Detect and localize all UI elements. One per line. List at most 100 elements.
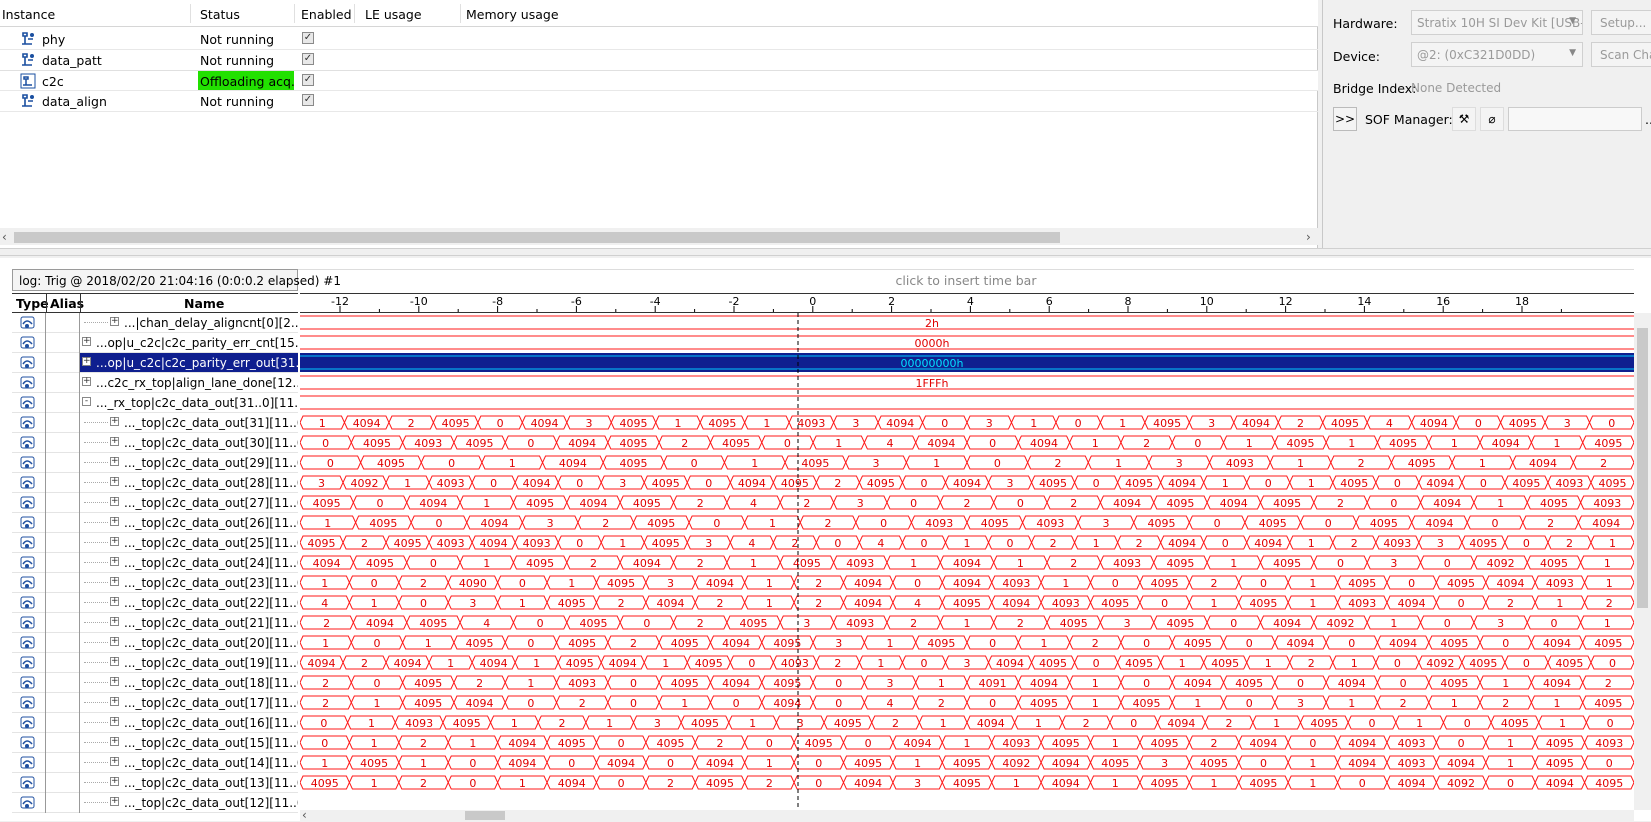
expand-icon[interactable]: + — [110, 517, 119, 526]
expand-icon[interactable]: + — [110, 457, 119, 466]
enabled-checkbox[interactable]: ✓ — [302, 32, 314, 44]
signal-row[interactable]: + ...|chan_delay_aligncnt[0][2..0] — [12, 313, 298, 333]
signal-row[interactable]: + ..._top|c2c_data_out[14][11..0] — [12, 753, 298, 773]
hardware-select[interactable]: Stratix 10H SI Dev Kit [USB-1 ▼ — [1411, 10, 1583, 35]
expand-icon[interactable]: + — [110, 597, 119, 606]
expand-icon[interactable]: + — [110, 797, 119, 806]
waveform-row[interactable]: 0 4095 4093 4095 0 4094 4095 2 4095 0 1 4 4094 0 4094 1… — [300, 435, 1634, 450]
signal-row[interactable]: - ..._rx_top|c2c_data_out[31..0][11..0] — [12, 393, 298, 413]
instance-row-c2c[interactable]: c2c Offloading acq... ✓ — [0, 70, 1318, 91]
expand-icon[interactable]: + — [110, 557, 119, 566]
waveform-row[interactable]: 00000000h — [300, 353, 1634, 372]
signal-row[interactable]: + ..._top|c2c_data_out[19][11..0] — [12, 653, 298, 673]
scrollbar-thumb[interactable] — [1637, 328, 1648, 608]
expand-button[interactable]: >> — [1333, 107, 1357, 131]
expand-icon[interactable]: + — [110, 417, 119, 426]
sof-file-input[interactable] — [1508, 107, 1642, 131]
signal-row[interactable]: + ..._top|c2c_data_out[15][11..0] — [12, 733, 298, 753]
waveform-row[interactable]: 2 4094 4095 4 0 4095 0 2 4095 3 4093 2 1 2 4095 3 4095 0 4… — [300, 615, 1634, 630]
waveform-row[interactable]: 3 4092 1 4093 0 4094 0 3 4095 0 4094 4095 2 4095 0 4094… — [300, 475, 1634, 490]
expand-icon[interactable]: + — [110, 497, 119, 506]
column-divider[interactable] — [294, 4, 295, 23]
waveform-row[interactable]: 1FFFh — [300, 375, 1634, 390]
signal-row[interactable]: + ..._top|c2c_data_out[28][11..0] — [12, 473, 298, 493]
waveform-row[interactable]: 1 4094 2 4095 0 4094 3 4095 1 4095 1 4093 3 4094 0 3 1 0 1… — [300, 415, 1634, 430]
expand-icon[interactable]: + — [82, 337, 91, 346]
expand-icon[interactable]: + — [110, 617, 119, 626]
type-column-header[interactable]: Type — [16, 296, 49, 311]
waveform-row[interactable]: 1 4095 0 4094 3 2 4095 0 1 2 0 4093 4095 4093 3 4095 0 40… — [300, 515, 1634, 530]
time-bar-hint[interactable]: click to insert time bar — [298, 269, 1634, 291]
waveform-row[interactable]: 0 4095 0 1 4094 4095 0 1 4095 3 1 0 2 1 3 4093 1 2 4095 1 40… — [300, 455, 1634, 470]
signal-row[interactable]: + ..._top|c2c_data_out[16][11..0] — [12, 713, 298, 733]
instance-row-phy[interactable]: phy Not running ✓ — [0, 29, 1318, 50]
enabled-checkbox[interactable]: ✓ — [302, 53, 314, 65]
column-header-instance[interactable]: Instance — [2, 7, 55, 22]
waveform-row[interactable]: 4095 2 4095 4093 4094 4093 0 1 4095 3 4 2 0 4 0 1 0 2 1 2 40… — [300, 535, 1634, 550]
column-divider[interactable] — [46, 294, 47, 313]
scan-chain-button[interactable]: Scan Chain — [1591, 42, 1651, 67]
expand-icon[interactable]: + — [110, 537, 119, 546]
waveform-row[interactable]: 2 1 4095 4094 0 2 0 1 0 4094 0 4 2 0 4095 1 4095 1 0 3 1 2 1 2 1… — [300, 695, 1634, 710]
expand-icon[interactable]: + — [110, 697, 119, 706]
browse-button[interactable]: ... — [1645, 112, 1651, 127]
signal-row[interactable]: + ..._top|c2c_data_out[29][11..0] — [12, 453, 298, 473]
program-device-icon[interactable]: ⚒ — [1452, 107, 1476, 131]
enabled-checkbox[interactable]: ✓ — [302, 94, 314, 106]
signal-row[interactable]: + ...op|u_c2c|c2c_parity_err_out[31..0] — [12, 353, 298, 373]
waveform-row[interactable]: 0 1 4093 4095 1 2 1 3 4095 1 3 4095 2 1 4094 1 2 0 4094 2 1 4… — [300, 715, 1634, 730]
signal-row[interactable]: + ..._top|c2c_data_out[12][11..0] — [12, 793, 298, 813]
expand-icon[interactable]: + — [110, 577, 119, 586]
instance-row-data-align[interactable]: data_align Not running ✓ — [0, 91, 1318, 112]
panel-splitter[interactable] — [0, 248, 1651, 256]
waveform-row[interactable]: 1 0 1 4095 0 4095 2 4095 4094 4095 3 1 4095 0 1 2 0 4095 0… — [300, 635, 1634, 650]
column-header-le-usage[interactable]: LE usage — [365, 7, 422, 22]
column-divider[interactable] — [190, 4, 191, 23]
column-header-enabled[interactable]: Enabled — [301, 7, 352, 22]
setup-button[interactable]: Setup... — [1591, 10, 1651, 35]
signal-row[interactable]: + ..._top|c2c_data_out[22][11..0] — [12, 593, 298, 613]
name-column-header[interactable]: Name — [184, 296, 224, 311]
instance-row-data-patt[interactable]: data_patt Not running ✓ — [0, 50, 1318, 71]
waveform-row[interactable] — [300, 395, 1634, 410]
collapse-icon[interactable]: - — [82, 397, 91, 406]
signal-row[interactable]: + ...c2c_rx_top|align_lane_done[12..0] — [12, 373, 298, 393]
signal-row[interactable]: + ..._top|c2c_data_out[23][11..0] — [12, 573, 298, 593]
waveform-row[interactable]: 4095 0 4094 1 4095 4094 4095 2 4 2 3 0 2 0 2 4094 4095 40… — [300, 495, 1634, 510]
column-header-memory-usage[interactable]: Memory usage — [466, 7, 559, 22]
waveform-row[interactable]: 4094 4095 0 1 4095 2 4094 2 1 4095 4093 1 4094 1 2 4093… — [300, 555, 1634, 570]
attach-file-icon[interactable]: ⌀ — [1480, 107, 1504, 131]
expand-icon[interactable]: + — [110, 637, 119, 646]
signal-row[interactable]: + ..._top|c2c_data_out[13][11..0] — [12, 773, 298, 793]
waveform-row[interactable]: 4 1 0 3 1 4095 2 4094 2 1 2 4094 4 4095 4094 4093 4095 0 1… — [300, 595, 1634, 610]
column-divider[interactable] — [460, 4, 461, 23]
signal-row[interactable]: + ..._top|c2c_data_out[17][11..0] — [12, 693, 298, 713]
scroll-left-icon[interactable]: ‹ — [302, 808, 307, 822]
waveform-row[interactable]: 4094 2 4094 1 4094 1 4095 4094 1 4095 0 4093 2 1 0 3 409… — [300, 655, 1634, 670]
expand-icon[interactable]: + — [110, 477, 119, 486]
column-divider[interactable] — [354, 4, 355, 23]
expand-icon[interactable]: + — [110, 717, 119, 726]
signal-row[interactable]: + ..._top|c2c_data_out[21][11..0] — [12, 613, 298, 633]
waveform-row[interactable]: 4095 1 2 0 1 4094 0 2 4095 2 0 4094 3 4095 1 4094 1 4095 1… — [300, 775, 1634, 790]
waveform-row[interactable]: 1 0 2 4090 0 1 4095 3 4094 1 2 4094 0 4094 4093 1 0 4095 2… — [300, 575, 1634, 590]
waveform-row[interactable]: 2h — [300, 315, 1634, 330]
waveform-row[interactable]: 1 4095 1 0 4094 0 4094 0 4094 1 0 4095 1 4095 4092 4094… — [300, 755, 1634, 770]
signal-row[interactable]: + ..._top|c2c_data_out[24][11..0] — [12, 553, 298, 573]
expand-icon[interactable]: + — [82, 377, 91, 386]
signal-row[interactable]: + ..._top|c2c_data_out[30][11..0] — [12, 433, 298, 453]
enabled-checkbox[interactable]: ✓ — [302, 74, 314, 86]
device-select[interactable]: @2: (0xC321D0DD) ▼ — [1411, 42, 1583, 67]
expand-icon[interactable]: + — [110, 657, 119, 666]
waveform-row[interactable]: 0 1 2 1 4094 4095 0 4095 2 0 4095 0 4094 1 4093 4095 1 40… — [300, 735, 1634, 750]
expand-icon[interactable]: + — [110, 777, 119, 786]
expand-icon[interactable]: + — [82, 357, 91, 366]
log-tab[interactable]: log: Trig @ 2018/02/20 21:04:16 (0:0:0.2… — [12, 269, 341, 291]
scroll-right-icon[interactable]: › — [1306, 230, 1311, 244]
expand-icon[interactable]: + — [110, 757, 119, 766]
expand-icon[interactable]: + — [110, 437, 119, 446]
column-divider[interactable] — [80, 294, 81, 313]
expand-icon[interactable]: + — [110, 677, 119, 686]
signal-row[interactable]: + ..._top|c2c_data_out[27][11..0] — [12, 493, 298, 513]
scroll-left-icon[interactable]: ‹ — [2, 230, 7, 244]
